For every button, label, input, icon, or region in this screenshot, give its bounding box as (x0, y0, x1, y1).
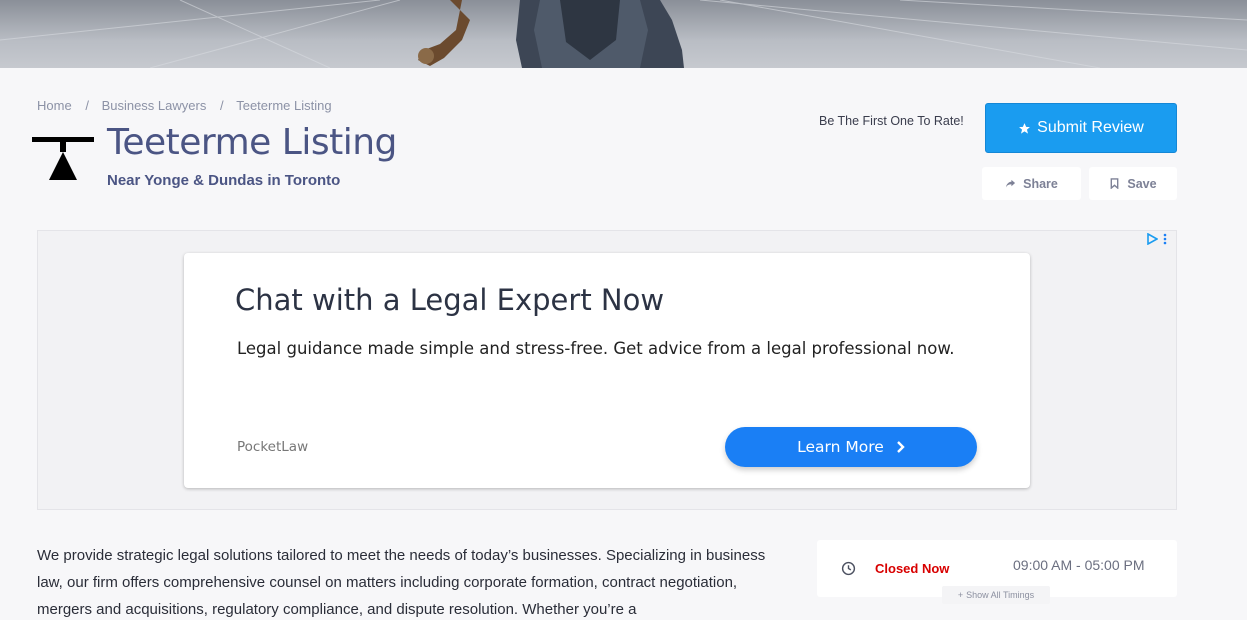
ad-brand: PocketLaw (237, 439, 309, 455)
page-title: Teeterme Listing (107, 122, 397, 163)
listing-logo-icon (32, 137, 94, 180)
chevron-right-icon (896, 441, 905, 453)
share-icon (1006, 179, 1016, 188)
rate-prompt: Be The First One To Rate! (819, 114, 964, 128)
breadcrumb-category[interactable]: Business Lawyers (102, 98, 207, 113)
open-status: Closed Now (875, 561, 950, 576)
ad-card[interactable]: Chat with a Legal Expert Now Legal guida… (184, 253, 1030, 488)
save-label: Save (1127, 176, 1157, 191)
show-all-timings-label: Show All Timings (966, 590, 1035, 600)
listing-description: We provide strategic legal solutions tai… (37, 547, 766, 618)
save-button[interactable]: Save (1089, 167, 1177, 200)
breadcrumb: Home / Business Lawyers / Teeterme Listi… (37, 98, 332, 113)
share-label: Share (1023, 176, 1058, 191)
submit-review-button[interactable]: Submit Review (985, 103, 1177, 153)
learn-more-label: Learn More (797, 438, 884, 456)
lady-justice-image (418, 0, 684, 68)
breadcrumb-current: Teeterme Listing (236, 98, 332, 113)
ad-headline: Chat with a Legal Expert Now (235, 283, 665, 317)
plus-icon: + (957, 590, 964, 600)
hero-banner (0, 0, 1247, 68)
clock-icon (841, 561, 856, 576)
show-all-timings-button[interactable]: + Show All Timings (942, 586, 1050, 604)
star-icon (1019, 122, 1031, 134)
ad-choices-icon[interactable] (1146, 233, 1158, 245)
share-button[interactable]: Share (982, 167, 1081, 200)
learn-more-button[interactable]: Learn More (725, 427, 977, 467)
breadcrumb-home[interactable]: Home (37, 98, 72, 113)
more-options-icon[interactable] (1163, 233, 1167, 245)
breadcrumb-separator: / (219, 98, 224, 113)
ad-body-text: Legal guidance made simple and stress-fr… (237, 339, 955, 358)
bookmark-icon (1110, 178, 1119, 189)
submit-review-label: Submit Review (1037, 119, 1144, 136)
breadcrumb-separator: / (85, 98, 89, 113)
listing-location: Near Yonge & Dundas in Toronto (107, 172, 341, 189)
opening-hours: 09:00 AM - 05:00 PM (1013, 557, 1145, 573)
ad-choices[interactable] (1146, 233, 1167, 245)
